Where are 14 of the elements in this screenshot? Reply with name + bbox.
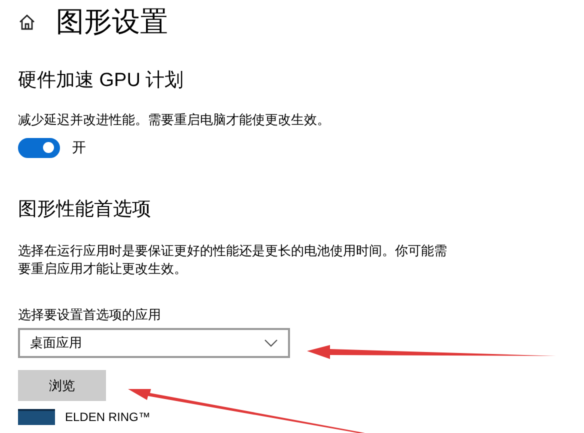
toggle-label: 开: [72, 138, 86, 157]
section-description: 选择在运行应用时是要保证更好的性能还是更长的电池使用时间。你可能需要重启应用才能让更改生效。: [18, 242, 448, 278]
chevron-down-icon: [264, 339, 278, 347]
browse-button[interactable]: 浏览: [18, 370, 106, 401]
section-heading: 硬件加速 GPU 计划: [18, 69, 185, 93]
section-heading: 图形性能首选项: [18, 198, 152, 222]
section-description: 减少延迟并改进性能。需要重启电脑才能使更改生效。: [18, 111, 331, 129]
page-title: 图形设置: [56, 5, 168, 39]
app-type-label: 选择要设置首选项的应用: [18, 306, 162, 324]
app-icon: [18, 409, 55, 425]
toggle-switch[interactable]: [18, 138, 60, 158]
app-name[interactable]: ELDEN RING™: [65, 410, 150, 424]
app-type-dropdown[interactable]: 桌面应用: [18, 328, 290, 358]
home-icon[interactable]: [18, 13, 36, 31]
